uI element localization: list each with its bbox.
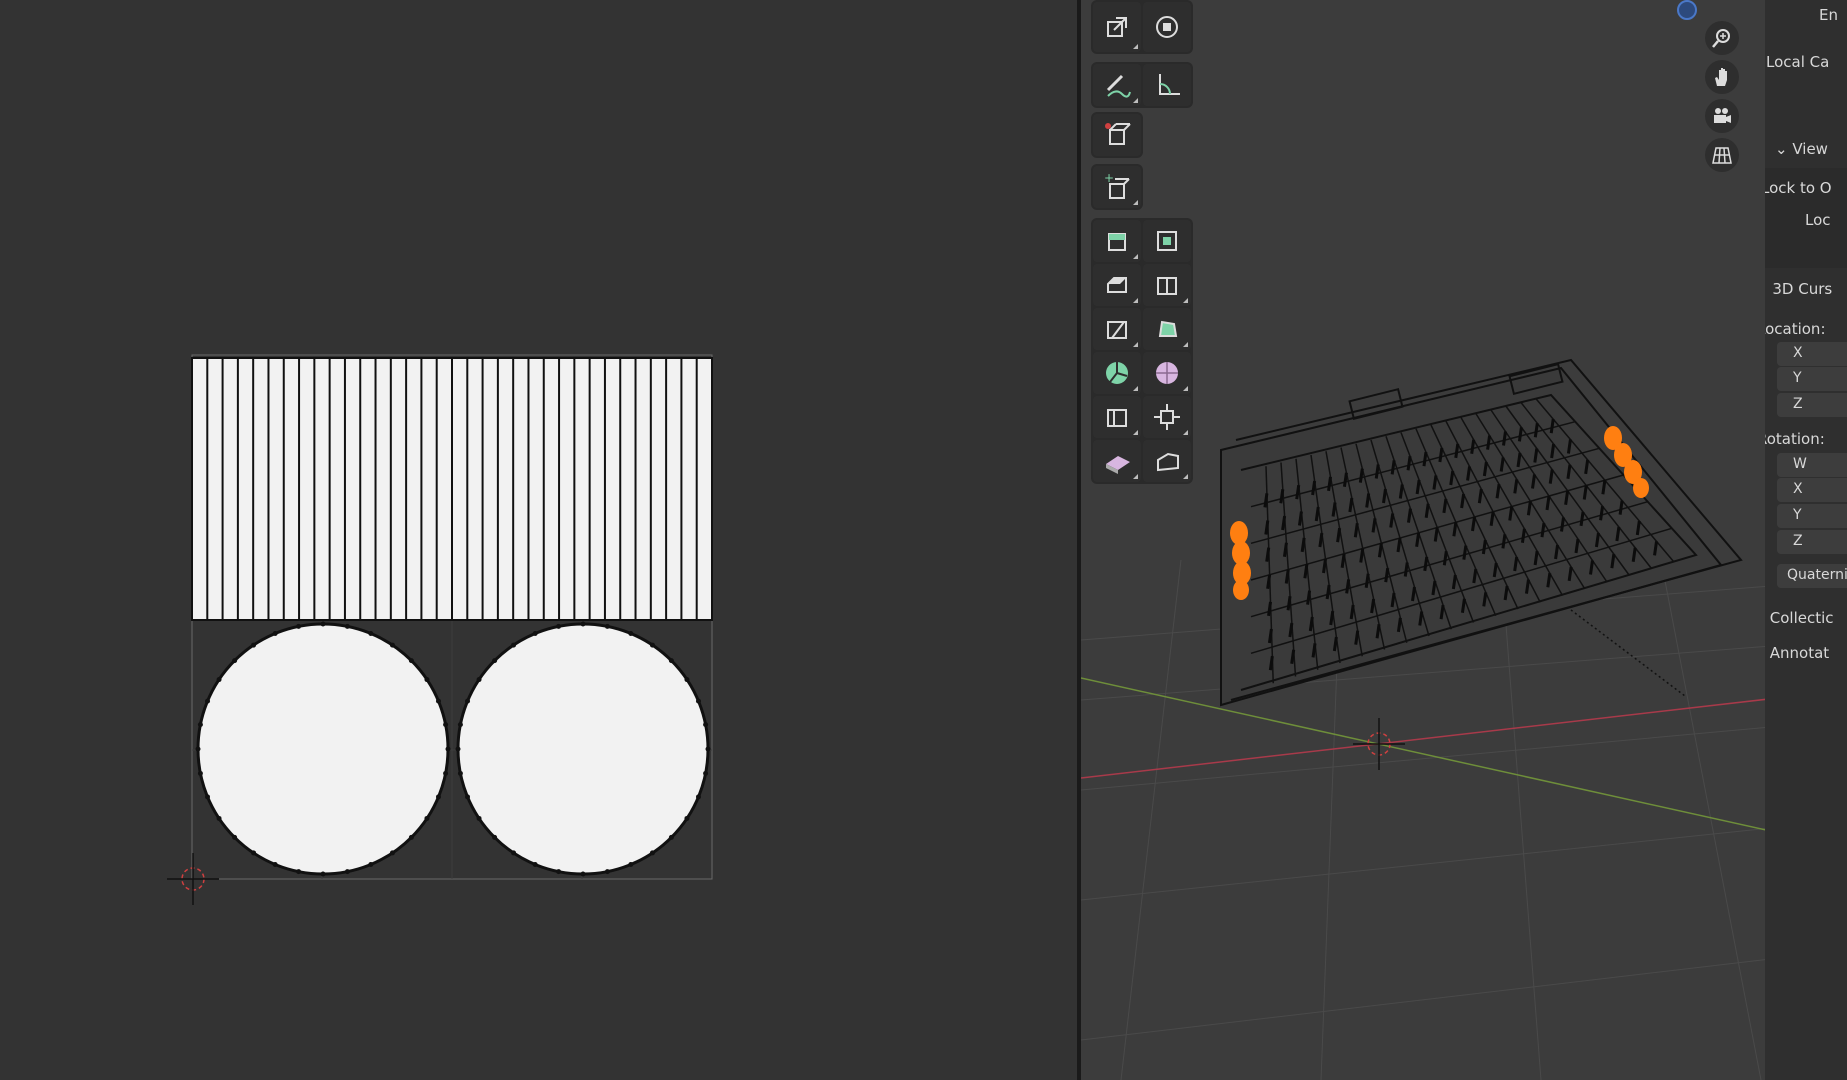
location-label: Location: <box>1765 320 1826 338</box>
location-z-field[interactable]: Z <box>1777 393 1847 417</box>
annotate-icon <box>1106 74 1131 98</box>
tool-poly-build[interactable] <box>1143 308 1191 350</box>
tool-smooth[interactable] <box>1143 352 1191 394</box>
rotation-w-field[interactable]: W <box>1777 453 1847 477</box>
tool-loop-cut[interactable] <box>1143 264 1191 306</box>
3d-viewport[interactable]: + En Local Ca ⌄ View Lock to O Loc 3D Cu… <box>1081 0 1847 1080</box>
inset-faces-icon <box>1157 231 1177 251</box>
zoom-button[interactable] <box>1705 21 1739 55</box>
edge-slide-icon <box>1107 409 1127 427</box>
rotation-z-field[interactable]: Z <box>1777 530 1847 554</box>
location-x-field[interactable]: X <box>1777 342 1847 366</box>
uv-editor[interactable] <box>0 0 1077 1080</box>
smooth-icon <box>1156 362 1178 384</box>
tool-add-cube[interactable] <box>1093 114 1141 156</box>
tool-measure[interactable] <box>1143 64 1191 106</box>
annotations-panel-header[interactable]: › Annotat <box>1765 644 1829 662</box>
3d-cursor <box>1353 718 1405 770</box>
poly-build-icon <box>1158 320 1178 337</box>
shear-icon <box>1106 456 1130 474</box>
add-cube-alt-icon: + <box>1104 172 1130 199</box>
sidebar-n-panel[interactable]: En Local Ca ⌄ View Lock to O Loc ⌄ 3D Cu… <box>1765 0 1847 1080</box>
tool-knife[interactable] <box>1093 308 1141 350</box>
extrude-region-icon <box>1108 233 1126 251</box>
add-cube-icon <box>1105 123 1131 145</box>
navigation-gizmo-axis[interactable] <box>1677 0 1697 20</box>
transform-icon <box>1156 16 1178 38</box>
uv-canvas[interactable] <box>0 0 1077 1080</box>
toolbar-group-transform <box>1091 0 1193 54</box>
chevron-down-icon: ⌄ <box>1765 280 1768 298</box>
loop-cut-icon <box>1157 277 1177 295</box>
rotation-mode-select[interactable]: Quaternic <box>1777 564 1847 588</box>
perspective-toggle-button[interactable] <box>1705 138 1739 172</box>
bevel-icon <box>1107 277 1127 293</box>
tool-edge-slide[interactable] <box>1093 396 1141 438</box>
lock-to-object-label: Lock to O <box>1765 179 1832 197</box>
rotation-label: Rotation: <box>1765 430 1825 448</box>
toolbar-group-mesh <box>1091 218 1193 484</box>
chevron-down-icon: ⌄ <box>1775 140 1788 158</box>
tool-bevel[interactable] <box>1093 264 1141 306</box>
toolbar-group-add <box>1091 112 1143 158</box>
zoom-icon <box>1712 29 1730 48</box>
rotation-y-field[interactable]: Y <box>1777 504 1847 528</box>
tool-spin[interactable] <box>1093 352 1141 394</box>
tool-transform[interactable] <box>1143 2 1191 52</box>
tool-shrink-fatten[interactable] <box>1143 396 1191 438</box>
camera-icon <box>1714 108 1731 123</box>
3d-cursor-panel-header[interactable]: ⌄ 3D Curs <box>1765 280 1832 298</box>
lock-partial-label: Loc <box>1805 211 1831 229</box>
camera-view-button[interactable] <box>1705 99 1739 133</box>
rip-region-icon <box>1157 452 1179 472</box>
tool-annotate[interactable] <box>1093 64 1141 106</box>
toolbar-group-annotate <box>1091 62 1193 108</box>
tool-add-cube-alt[interactable]: + <box>1093 166 1141 208</box>
location-y-field[interactable]: Y <box>1777 367 1847 391</box>
rotation-x-field[interactable]: X <box>1777 478 1847 502</box>
tool-shear[interactable] <box>1093 440 1141 482</box>
knife-icon <box>1107 321 1127 339</box>
scale-icon <box>1107 17 1127 37</box>
spin-icon <box>1106 362 1128 384</box>
hand-icon <box>1715 68 1727 86</box>
grid-icon <box>1712 147 1732 164</box>
tool-inset-faces[interactable] <box>1143 220 1191 262</box>
collections-panel-header[interactable]: › Collectic <box>1765 609 1834 627</box>
tool-scale[interactable] <box>1093 2 1141 52</box>
top-partial-label: En <box>1819 6 1838 24</box>
2d-cursor <box>167 853 219 905</box>
shrink-fatten-icon <box>1154 404 1180 430</box>
view-panel-header[interactable]: ⌄ View <box>1775 140 1828 158</box>
measure-icon <box>1159 74 1180 95</box>
tool-rip-region[interactable] <box>1143 440 1191 482</box>
local-camera-label: Local Ca <box>1766 53 1830 71</box>
pan-button[interactable] <box>1705 60 1739 94</box>
tool-extrude-region[interactable] <box>1093 220 1141 262</box>
toolbar-group-add-alt: + <box>1091 164 1143 210</box>
svg-text:+: + <box>1104 172 1114 185</box>
